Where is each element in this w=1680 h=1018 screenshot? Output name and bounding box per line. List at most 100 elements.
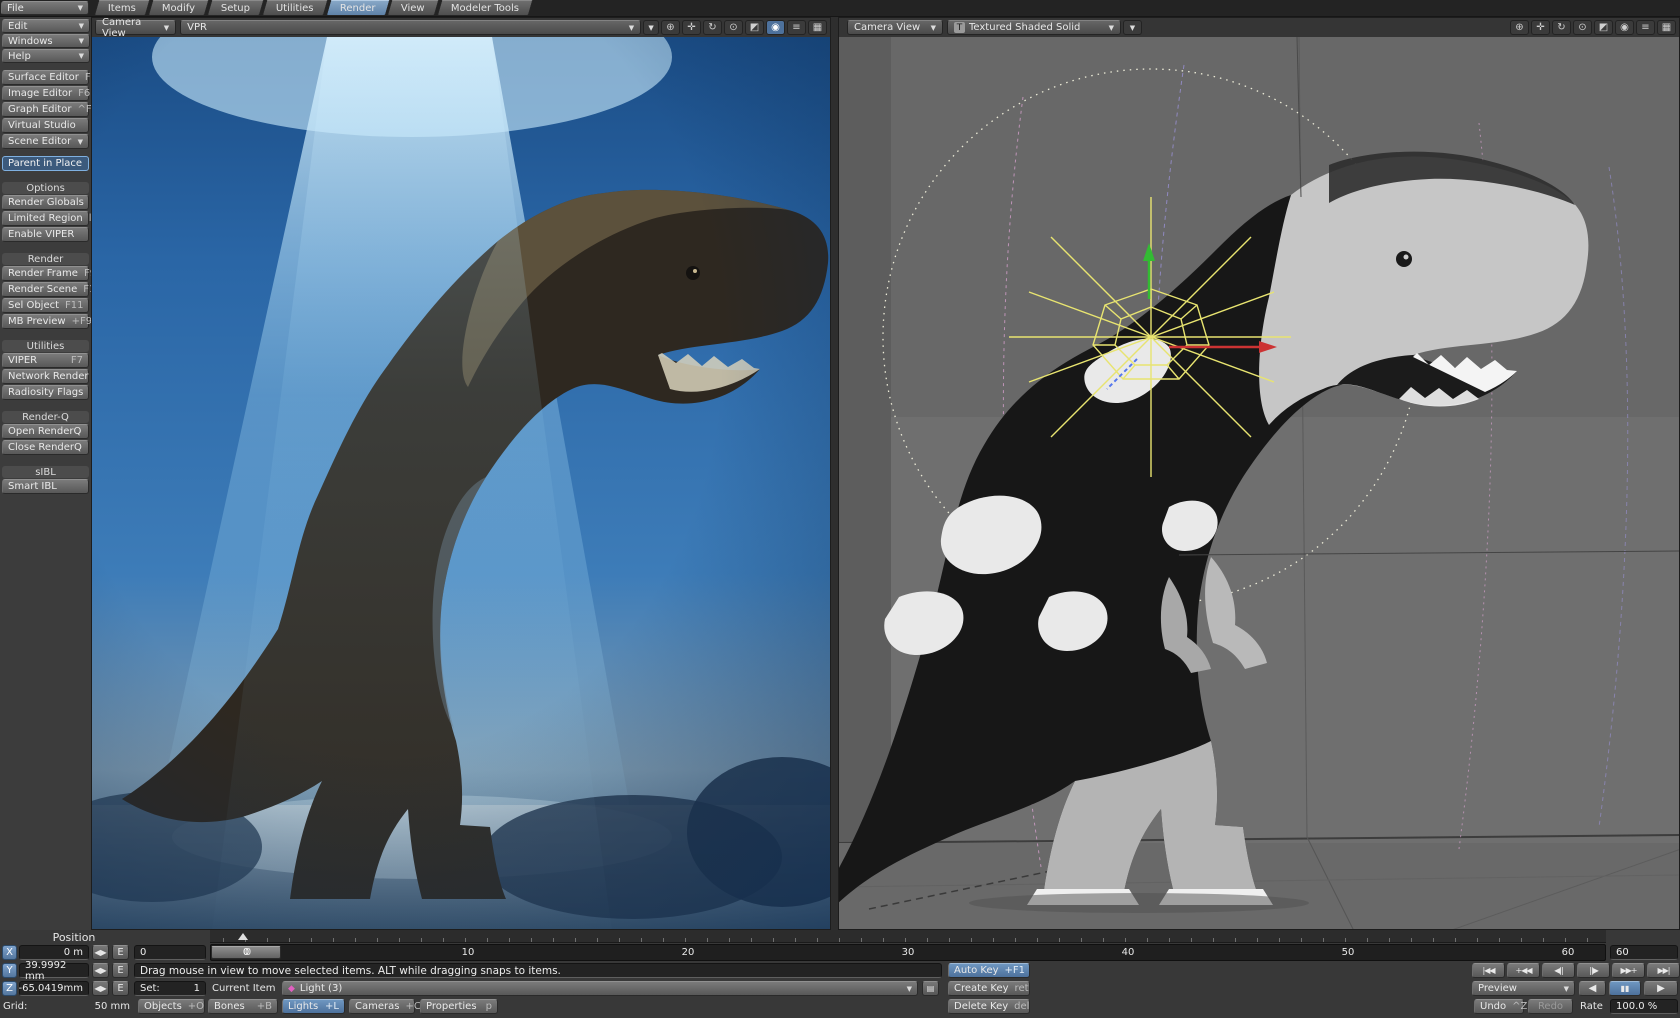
zoom-icon[interactable]: ⊙ xyxy=(1573,20,1592,35)
tab-view[interactable]: View xyxy=(387,0,439,16)
tick-label: 50 xyxy=(1342,947,1355,958)
current-frame-field[interactable]: 0 xyxy=(134,945,206,960)
chevron-down-icon: ▼ xyxy=(1104,24,1114,32)
timeline-ruler[interactable] xyxy=(210,930,1606,943)
rotate-icon[interactable]: ↻ xyxy=(703,20,722,35)
status-bar: Drag mouse in view to move selected item… xyxy=(134,963,942,978)
end-frame-field[interactable]: 60 xyxy=(1610,945,1678,960)
smart-ibl-button[interactable]: Smart IBL xyxy=(2,479,89,494)
close-renderq-button[interactable]: Close RenderQ xyxy=(2,440,89,455)
viewport-options-dropdown[interactable]: ▼ xyxy=(643,20,659,35)
menu-windows[interactable]: Windows▼ xyxy=(2,34,90,48)
view-type-dropdown[interactable]: Camera View▼ xyxy=(95,20,176,35)
chevron-down-icon: ▼ xyxy=(624,24,634,32)
lights-button[interactable]: Lights+L xyxy=(282,999,345,1014)
graph-editor-button[interactable]: Graph Editor^F2 xyxy=(2,102,89,117)
chevron-down-icon: ▼ xyxy=(159,24,169,32)
next-key-button[interactable]: ▶▶+ xyxy=(1612,963,1645,978)
auto-key-button[interactable]: Auto Key+F1 xyxy=(948,963,1030,978)
menu-help[interactable]: Help▼ xyxy=(2,49,90,63)
menu-file[interactable]: File ▼ xyxy=(1,1,89,15)
y-position-field[interactable]: 39.9992 mm xyxy=(19,963,89,978)
film-icon[interactable]: ▦ xyxy=(808,20,827,35)
move-icon[interactable]: ✛ xyxy=(682,20,701,35)
list-icon[interactable]: ≡ xyxy=(787,20,806,35)
viper-button[interactable]: VIPERF7 xyxy=(2,353,89,368)
move-icon[interactable]: ✛ xyxy=(1531,20,1550,35)
opengl-canvas[interactable] xyxy=(839,37,1679,929)
x-envelope-button[interactable]: E xyxy=(112,945,129,960)
properties-button[interactable]: Propertiesp xyxy=(420,999,498,1014)
image-editor-button[interactable]: Image EditorF6 xyxy=(2,86,89,101)
delete-key-button[interactable]: Delete Keydel xyxy=(948,999,1030,1014)
previous-frame-button[interactable]: ◀|| xyxy=(1542,963,1575,978)
enable-viper-button[interactable]: Enable VIPER xyxy=(2,227,89,242)
play-reverse-button[interactable]: ◀ xyxy=(1579,981,1606,996)
tab-modify[interactable]: Modify xyxy=(148,0,210,16)
camera-icon[interactable]: ◉ xyxy=(766,20,785,35)
y-envelope-button[interactable]: E xyxy=(112,963,129,978)
camera-icon[interactable]: ◉ xyxy=(1615,20,1634,35)
z-envelope-button[interactable]: E xyxy=(112,981,129,996)
mb-preview-button[interactable]: MB Preview+F9 xyxy=(2,314,89,329)
pan-icon[interactable]: ⊕ xyxy=(1510,20,1529,35)
rotate-icon[interactable]: ↻ xyxy=(1552,20,1571,35)
x-stepper[interactable]: ◀▶ xyxy=(92,945,109,960)
x-axis-chip[interactable]: X xyxy=(2,945,17,960)
render-globals-button[interactable]: Render Globals xyxy=(2,195,89,210)
network-render-button[interactable]: Network Render xyxy=(2,369,89,384)
virtual-studio-button[interactable]: Virtual Studio xyxy=(2,118,89,133)
tick-label: 60 xyxy=(1562,947,1575,958)
pause-button[interactable]: ▮▮ xyxy=(1609,981,1641,996)
preview-dropdown[interactable]: Preview▼ xyxy=(1472,981,1575,996)
vpr-render-canvas[interactable] xyxy=(92,37,830,929)
cameras-button[interactable]: Cameras+C xyxy=(349,999,415,1014)
redo-button[interactable]: Redo xyxy=(1528,999,1573,1014)
rate-field[interactable]: 100.0 % xyxy=(1610,999,1678,1014)
limited-region-button[interactable]: Limited Regionl xyxy=(2,211,89,226)
tab-utilities[interactable]: Utilities xyxy=(262,0,328,16)
item-sheet-icon[interactable]: ▤ xyxy=(922,981,939,996)
undo-button[interactable]: Undo^Z xyxy=(1474,999,1524,1014)
tab-setup[interactable]: Setup xyxy=(207,0,265,16)
sel-object-button[interactable]: Sel ObjectF11 xyxy=(2,298,89,313)
z-position-field[interactable]: -65.0419mm xyxy=(19,981,89,996)
tab-modeler-tools[interactable]: Modeler Tools xyxy=(437,0,534,16)
timeline-slider[interactable]: 0 0 10 20 30 40 50 60 xyxy=(210,944,1606,961)
zoom-icon[interactable]: ⊙ xyxy=(724,20,743,35)
shading-mode-dropdown[interactable]: T Textured Shaded Solid▼ xyxy=(947,20,1121,35)
radiosity-flags-button[interactable]: Radiosity Flags xyxy=(2,385,89,400)
frame-marker-icon[interactable] xyxy=(238,933,248,940)
open-renderq-button[interactable]: Open RenderQ xyxy=(2,424,89,439)
render-mode-dropdown[interactable]: VPR▼ xyxy=(180,20,641,35)
y-stepper[interactable]: ◀▶ xyxy=(92,963,109,978)
go-to-start-button[interactable]: |◀◀ xyxy=(1472,963,1505,978)
play-forward-button[interactable]: ▶ xyxy=(1644,981,1678,996)
menu-edit[interactable]: Edit▼ xyxy=(2,19,90,33)
next-frame-button[interactable]: ||▶ xyxy=(1577,963,1610,978)
y-axis-chip[interactable]: Y xyxy=(2,963,17,978)
film-icon[interactable]: ▦ xyxy=(1657,20,1676,35)
z-axis-chip[interactable]: Z xyxy=(2,981,17,996)
parent-in-place-button[interactable]: Parent in Place xyxy=(2,156,89,171)
surface-editor-button[interactable]: Surface EditorF5 xyxy=(2,70,89,85)
create-key-button[interactable]: Create Keyret xyxy=(948,981,1030,996)
pan-icon[interactable]: ⊕ xyxy=(661,20,680,35)
maximize-icon[interactable]: ◩ xyxy=(1594,20,1613,35)
x-position-field[interactable]: 0 m xyxy=(19,945,89,960)
z-stepper[interactable]: ◀▶ xyxy=(92,981,109,996)
previous-key-button[interactable]: +◀◀ xyxy=(1507,963,1540,978)
tab-items[interactable]: Items xyxy=(94,0,151,16)
go-to-end-button[interactable]: ▶▶| xyxy=(1647,963,1680,978)
bones-button[interactable]: Bones+B xyxy=(208,999,278,1014)
maximize-icon[interactable]: ◩ xyxy=(745,20,764,35)
scene-editor-button[interactable]: Scene Editor▼ xyxy=(2,134,89,149)
render-frame-button[interactable]: Render FrameF9 xyxy=(2,266,89,281)
objects-button[interactable]: Objects+O xyxy=(138,999,205,1014)
current-item-dropdown[interactable]: ◆ Light (3) ▼ xyxy=(282,981,918,996)
render-scene-button[interactable]: Render SceneF10 xyxy=(2,282,89,297)
view-type-dropdown[interactable]: Camera View▼ xyxy=(847,20,943,35)
viewport-options-dropdown[interactable]: ▼ xyxy=(1123,20,1142,35)
list-icon[interactable]: ≡ xyxy=(1636,20,1655,35)
tab-render[interactable]: Render xyxy=(326,0,390,16)
